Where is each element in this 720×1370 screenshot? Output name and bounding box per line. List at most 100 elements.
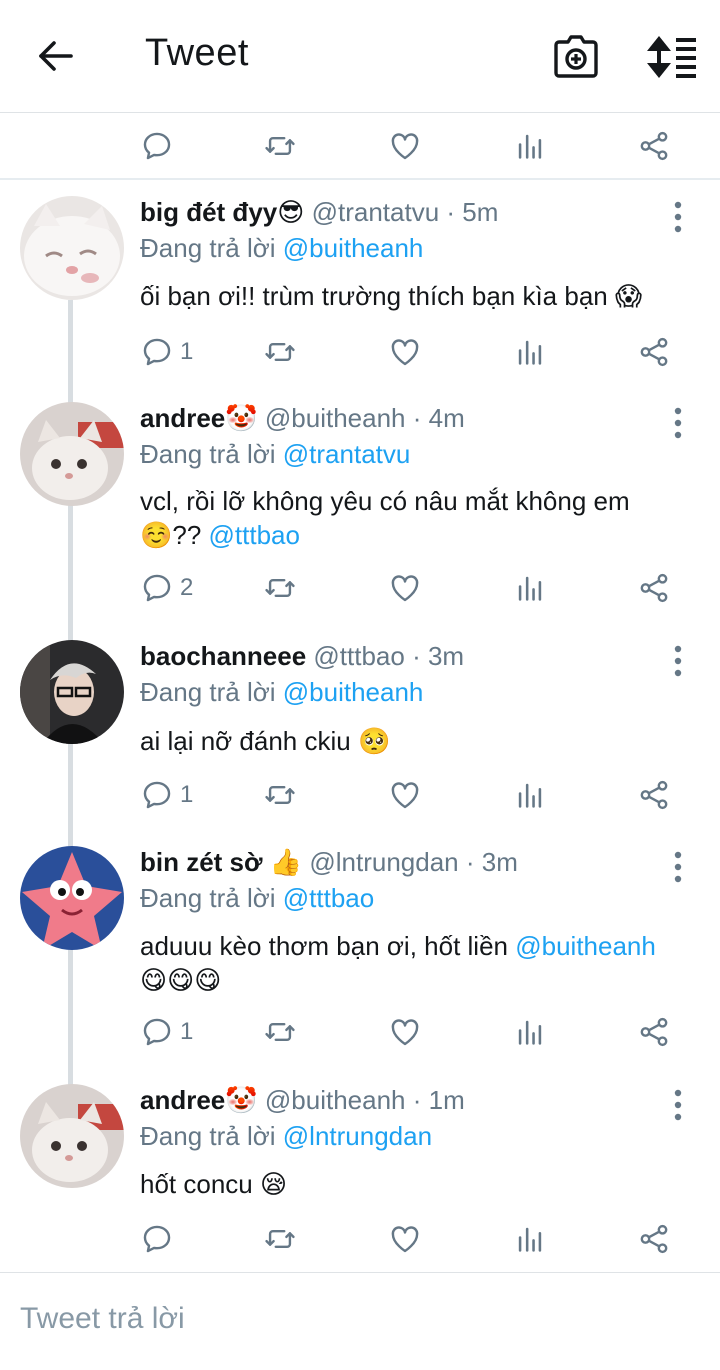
handle[interactable]: @trantatvu — [312, 197, 440, 227]
display-name[interactable]: bin zét sờ — [140, 847, 263, 877]
analytics-button[interactable] — [513, 324, 547, 380]
avatar[interactable] — [20, 402, 124, 506]
analytics-button[interactable] — [513, 560, 547, 616]
retweet-button[interactable] — [263, 1004, 297, 1060]
reply-button[interactable] — [140, 1211, 180, 1267]
tweet-text: aduuu kèo thơm bạn ơi, hốt liền @buithea… — [140, 929, 700, 997]
camera-button[interactable] — [552, 34, 600, 80]
reply-button[interactable]: 1 — [140, 767, 193, 823]
replying-to: Đang trả lời @lntrungdan — [140, 1120, 432, 1152]
share-button[interactable] — [637, 118, 671, 174]
handle[interactable]: @buitheanh — [265, 403, 406, 433]
avatar[interactable] — [20, 196, 124, 300]
patrick-star-avatar — [20, 846, 124, 950]
tweet-text: ai lại nỡ đánh ckiu 🥺 — [140, 724, 700, 758]
tweet-body: ai lại nỡ đánh ckiu — [140, 726, 351, 756]
retweet-icon — [263, 1222, 297, 1256]
retweet-button[interactable] — [263, 118, 297, 174]
handle[interactable]: @lntrungdan — [309, 847, 458, 877]
analytics-button[interactable] — [513, 767, 547, 823]
display-name[interactable]: big đét đyy — [140, 197, 277, 227]
like-button[interactable] — [388, 1004, 422, 1060]
reply-tweet[interactable]: bin zét sờ 👍 @lntrungdan · 3m Đang trả l… — [0, 830, 720, 1070]
reply-tweet[interactable]: baochanneee @tttbao · 3m Đang trả lời @b… — [0, 624, 720, 834]
reply-button[interactable]: 2 — [140, 560, 193, 616]
analytics-button[interactable] — [513, 1004, 547, 1060]
tweet-emoji: ☺️ — [140, 520, 173, 550]
share-button[interactable] — [637, 560, 671, 616]
like-button[interactable] — [388, 324, 422, 380]
reply-button[interactable] — [140, 118, 174, 174]
tweet-header: andree🤡 @buitheanh · 4m — [140, 402, 465, 434]
dot-separator: · — [405, 1085, 429, 1115]
tweet-body: hốt concu — [140, 1169, 253, 1199]
reply-tweet[interactable]: big đét đyy😎 @trantatvu · 5m Đang trả lờ… — [0, 180, 720, 390]
share-button[interactable] — [637, 767, 671, 823]
tweet-actions — [0, 1211, 720, 1267]
share-button[interactable] — [637, 324, 671, 380]
tweet-body-cont: ?? — [172, 520, 202, 550]
display-name[interactable]: baochanneee — [140, 641, 306, 671]
like-button[interactable] — [388, 560, 422, 616]
more-options-button[interactable] — [668, 850, 688, 884]
replying-to: Đang trả lời @trantatvu — [140, 438, 410, 470]
replying-to-handle[interactable]: @trantatvu — [283, 439, 411, 469]
reply-tweet[interactable]: andree🤡 @buitheanh · 1m Đang trả lời @ln… — [0, 1068, 720, 1272]
heart-icon — [388, 571, 422, 605]
display-name[interactable]: andree — [140, 403, 225, 433]
replying-to-label: Đang trả lời — [140, 677, 283, 707]
tweet-actions: 1 — [0, 767, 720, 823]
like-button[interactable] — [388, 1211, 422, 1267]
avatar[interactable] — [20, 640, 124, 744]
analytics-button[interactable] — [513, 1211, 547, 1267]
timestamp: 3m — [481, 847, 518, 877]
display-name[interactable]: andree — [140, 1085, 225, 1115]
more-options-button[interactable] — [668, 406, 688, 440]
reply-composer — [0, 1272, 720, 1370]
like-button[interactable] — [388, 118, 422, 174]
replying-to-handle[interactable]: @buitheanh — [283, 233, 424, 263]
bar-chart-icon — [513, 571, 547, 605]
sort-button[interactable] — [646, 36, 698, 78]
handle[interactable]: @buitheanh — [265, 1085, 406, 1115]
more-options-button[interactable] — [668, 200, 688, 234]
dot-separator: · — [458, 847, 482, 877]
handle[interactable]: @tttbao — [313, 641, 404, 671]
heart-icon — [388, 129, 422, 163]
reply-tweet[interactable]: andree🤡 @buitheanh · 4m Đang trả lời @tr… — [0, 386, 720, 626]
more-vertical-icon — [668, 406, 688, 440]
reply-input[interactable] — [18, 1301, 702, 1337]
bar-chart-icon — [513, 129, 547, 163]
retweet-button[interactable] — [263, 767, 297, 823]
analytics-button[interactable] — [513, 118, 547, 174]
tweet-text: hốt concu 😪 — [140, 1167, 700, 1201]
sort-icon — [647, 36, 696, 78]
back-button[interactable] — [36, 36, 76, 76]
reply-icon — [140, 335, 174, 369]
replying-to-handle[interactable]: @buitheanh — [283, 677, 424, 707]
tweet-header: andree🤡 @buitheanh · 1m — [140, 1084, 465, 1116]
replying-to-handle[interactable]: @lntrungdan — [283, 1121, 432, 1151]
avatar[interactable] — [20, 846, 124, 950]
share-button[interactable] — [637, 1004, 671, 1060]
mention-link[interactable]: @tttbao — [209, 520, 300, 550]
reply-button[interactable]: 1 — [140, 324, 193, 380]
retweet-button[interactable] — [263, 324, 297, 380]
share-button[interactable] — [637, 1211, 671, 1267]
heart-icon — [388, 778, 422, 812]
bar-chart-icon — [513, 1222, 547, 1256]
retweet-button[interactable] — [263, 560, 297, 616]
bar-chart-icon — [513, 1015, 547, 1049]
avatar[interactable] — [20, 1084, 124, 1188]
kitten-avatar — [20, 1084, 124, 1188]
like-button[interactable] — [388, 767, 422, 823]
more-options-button[interactable] — [668, 1088, 688, 1122]
dot-separator: · — [405, 403, 429, 433]
replying-to-handle[interactable]: @tttbao — [283, 883, 374, 913]
reply-button[interactable]: 1 — [140, 1004, 193, 1060]
reply-icon — [140, 129, 174, 163]
retweet-button[interactable] — [263, 1211, 297, 1267]
more-options-button[interactable] — [668, 644, 688, 678]
mention-link[interactable]: @buitheanh — [515, 931, 656, 961]
tweet-actions: 1 — [0, 1004, 720, 1060]
